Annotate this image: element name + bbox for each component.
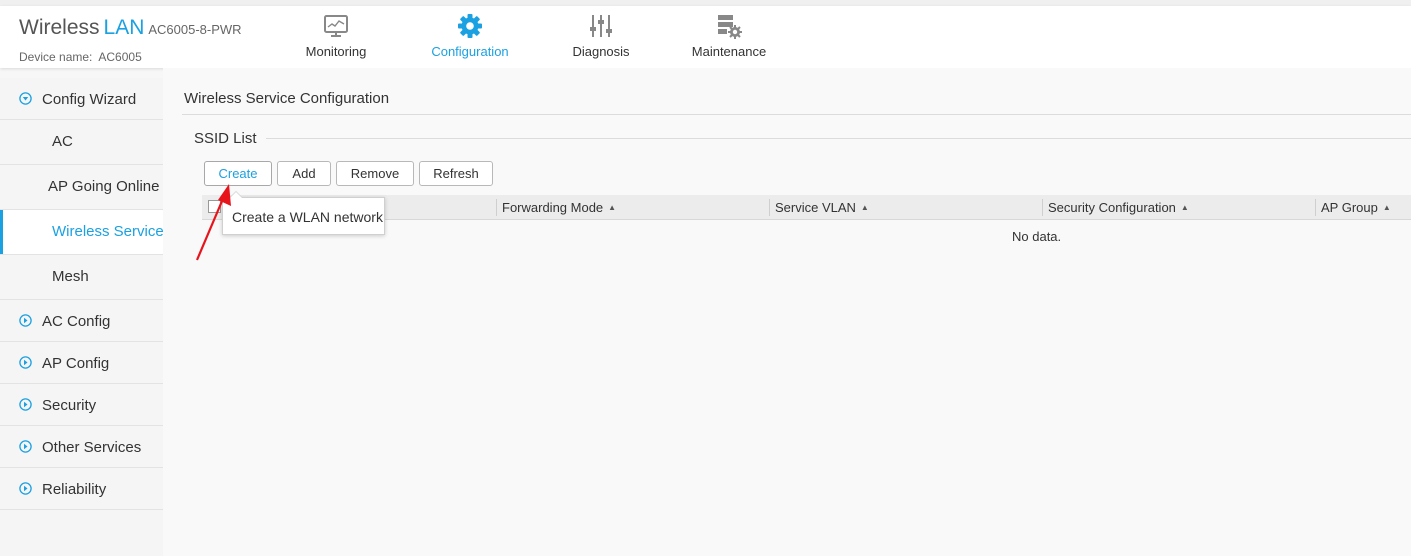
section-title: SSID List: [194, 130, 257, 147]
sort-asc-icon: ▲: [1382, 203, 1391, 212]
page-title: Wireless Service Configuration: [184, 90, 390, 107]
column-label: Forwarding Mode: [502, 200, 604, 215]
remove-button[interactable]: Remove: [336, 161, 414, 186]
column-label: AP Group: [1321, 200, 1378, 215]
sidebar-item-other-services[interactable]: Other Services: [0, 426, 163, 468]
sort-asc-icon: ▲: [1180, 203, 1189, 212]
tab-configuration[interactable]: Configuration: [426, 12, 514, 68]
sidebar-subitem-label: AP Going Online: [48, 178, 160, 195]
chevron-right-circle-icon: [19, 440, 32, 457]
chevron-right-circle-icon: [19, 356, 32, 373]
sidebar-item-label: AP Config: [42, 355, 110, 372]
sidebar-item-label: Security: [42, 397, 97, 414]
tab-configuration-label: Configuration: [431, 44, 509, 59]
refresh-button[interactable]: Refresh: [419, 161, 493, 186]
sort-asc-icon: ▲: [608, 203, 617, 212]
sidebar-subitem-wireless-service[interactable]: Wireless Service: [0, 210, 164, 255]
brand-word-wireless: Wireless: [19, 16, 100, 39]
column-divider: [496, 199, 497, 216]
server-gear-icon: [687, 12, 771, 40]
annotation-arrow-icon: [195, 184, 231, 261]
sidebar-item-config-wizard[interactable]: Config Wizard: [0, 78, 163, 120]
divider: [182, 114, 1411, 115]
column-forwarding-mode[interactable]: Forwarding Mode ▲: [502, 195, 616, 220]
tab-maintenance-label: Maintenance: [691, 44, 767, 59]
chevron-right-circle-icon: [19, 482, 32, 499]
sidebar-subitem-label: AC: [52, 133, 73, 150]
sidebar-item-label: AC Config: [42, 313, 111, 330]
tab-diagnosis[interactable]: Diagnosis: [567, 12, 635, 68]
column-service-vlan[interactable]: Service VLAN ▲: [775, 195, 869, 220]
column-label: Service VLAN: [775, 200, 856, 215]
device-name: Device name: AC6005: [19, 50, 142, 64]
sidebar-item-security[interactable]: Security: [0, 384, 163, 426]
sort-asc-icon: ▲: [860, 203, 869, 212]
sidebar: Config Wizard AC AP Going Online Wireles…: [0, 78, 164, 556]
device-name-value: AC6005: [98, 50, 142, 64]
column-label: Security Configuration: [1048, 200, 1176, 215]
empty-table-message: No data.: [1012, 229, 1062, 244]
device-model: AC6005-8-PWR: [148, 22, 242, 37]
monitor-icon: [300, 12, 372, 40]
app-header: Wireless LAN AC6005-8-PWR Device name: AC60…: [0, 6, 1411, 68]
chevron-right-circle-icon: [19, 314, 32, 331]
main-content: Wireless Service Configuration SSID List…: [163, 68, 1411, 556]
device-name-label: Device name:: [19, 50, 93, 64]
sidebar-item-label: Config Wizard: [42, 91, 137, 108]
sidebar-subitem-label: Mesh: [52, 268, 89, 285]
gear-icon: [426, 12, 514, 40]
column-divider: [1042, 199, 1043, 216]
sidebar-item-ap-config[interactable]: AP Config: [0, 342, 163, 384]
tab-monitoring-label: Monitoring: [305, 44, 367, 59]
column-security-configuration[interactable]: Security Configuration ▲: [1048, 195, 1189, 220]
tab-monitoring[interactable]: Monitoring: [300, 12, 372, 68]
chevron-right-circle-icon: [19, 398, 32, 415]
sidebar-subitem-ac[interactable]: AC: [0, 120, 163, 165]
sidebar-subitem-mesh[interactable]: Mesh: [0, 255, 163, 300]
sidebar-item-label: Reliability: [42, 481, 107, 498]
sidebar-item-reliability[interactable]: Reliability: [0, 468, 163, 510]
sidebar-item-ac-config[interactable]: AC Config: [0, 300, 163, 342]
brand-title: Wireless LAN AC6005-8-PWR: [19, 16, 242, 40]
create-tooltip: Create a WLAN network: [222, 191, 385, 235]
sliders-icon: [567, 12, 635, 40]
column-divider: [769, 199, 770, 216]
sidebar-subitem-label: Wireless Service: [52, 223, 164, 240]
column-divider: [1315, 199, 1316, 216]
tab-diagnosis-label: Diagnosis: [572, 44, 630, 59]
brand-word-lan: LAN: [103, 16, 145, 39]
sidebar-subitem-ap-going-online[interactable]: AP Going Online: [0, 165, 163, 210]
divider: [266, 138, 1411, 139]
column-ap-group[interactable]: AP Group ▲: [1321, 195, 1391, 220]
add-button[interactable]: Add: [277, 161, 331, 186]
chevron-down-circle-icon: [19, 92, 32, 109]
sidebar-item-label: Other Services: [42, 439, 142, 456]
tab-maintenance[interactable]: Maintenance: [687, 12, 771, 68]
